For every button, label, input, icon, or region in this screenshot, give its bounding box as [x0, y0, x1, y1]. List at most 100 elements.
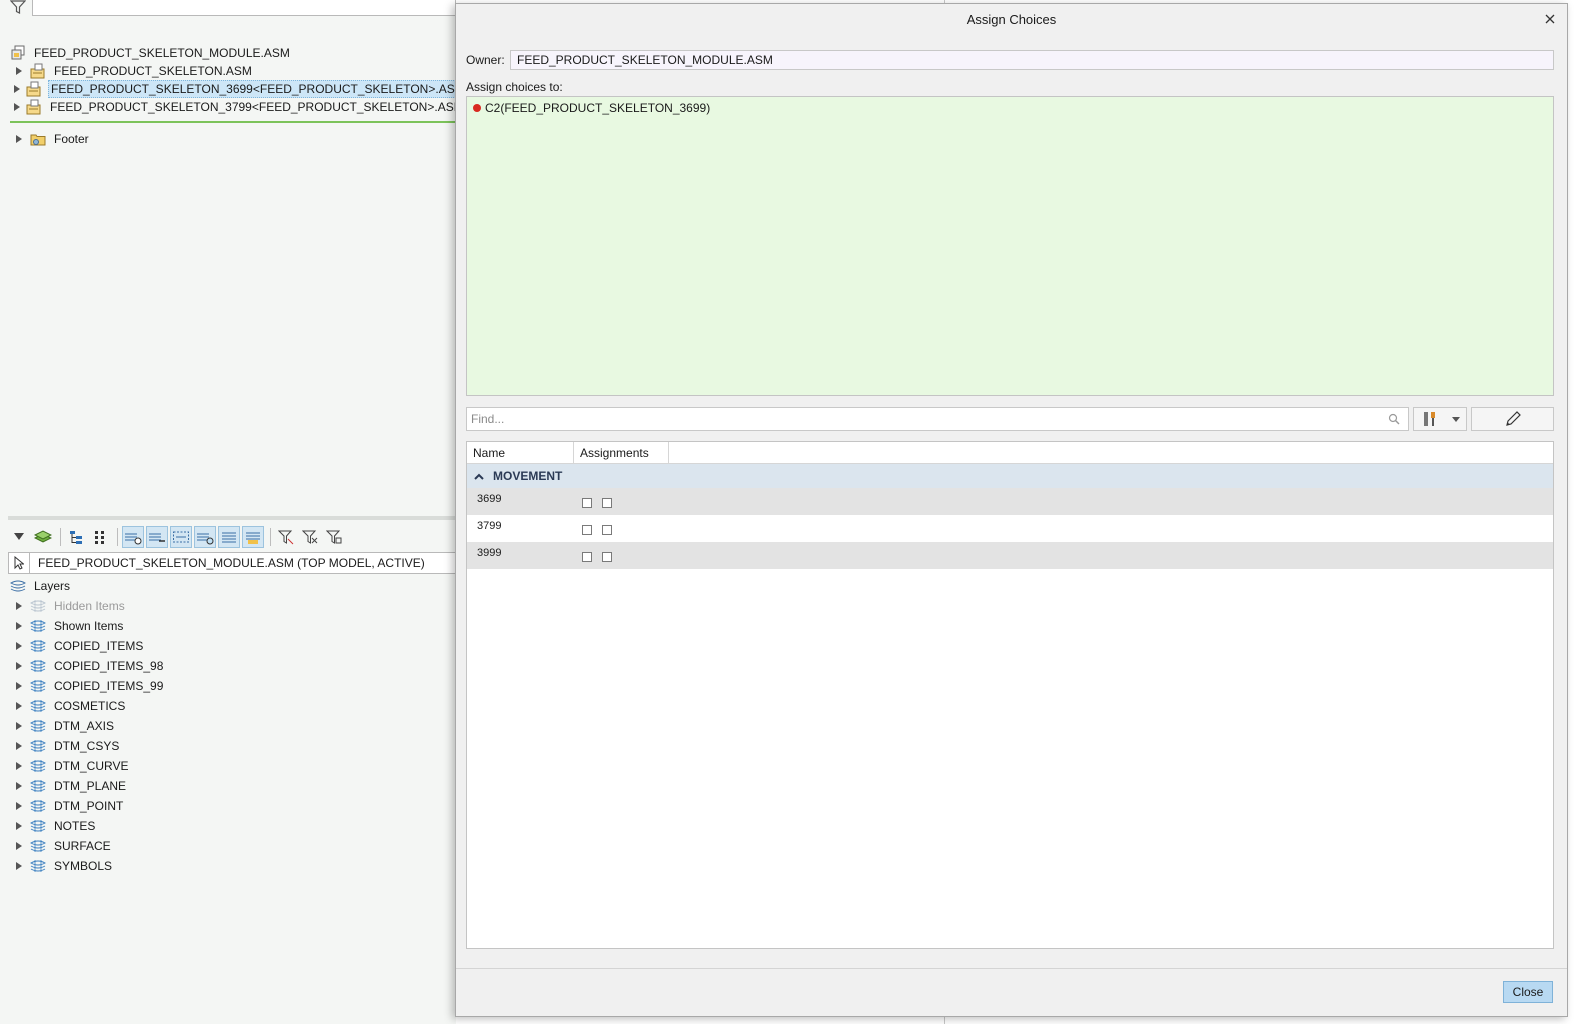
- layer-item[interactable]: DTM_AXIS: [0, 716, 456, 736]
- skeleton-assembly-icon: [26, 99, 42, 115]
- layer-toolbar: [8, 524, 456, 550]
- layers-stack-icon: [9, 578, 27, 594]
- tree-item-skeleton[interactable]: FEED_PRODUCT_SKELETON.ASM: [0, 62, 456, 80]
- owner-label: Owner:: [466, 53, 505, 67]
- layer-item[interactable]: DTM_CSYS: [0, 736, 456, 756]
- layer-hide-icon[interactable]: [122, 526, 144, 548]
- toolbar-separator: [117, 528, 118, 546]
- column-header-assignments[interactable]: Assignments: [574, 442, 669, 464]
- assignment-checkbox[interactable]: [602, 497, 612, 508]
- column-options-icon[interactable]: [89, 526, 111, 548]
- expand-arrow-icon[interactable]: [14, 861, 24, 871]
- filter-clear-icon[interactable]: [299, 526, 321, 548]
- expand-arrow-icon[interactable]: [14, 621, 24, 631]
- layer-item[interactable]: Shown Items: [0, 616, 456, 636]
- tree-item-footer[interactable]: Footer: [0, 130, 456, 148]
- expand-arrow-icon[interactable]: [14, 801, 24, 811]
- dialog-title[interactable]: Assign Choices: [456, 4, 1567, 36]
- expand-arrow-icon[interactable]: [14, 84, 20, 94]
- owner-field: FEED_PRODUCT_SKELETON_MODULE.ASM: [510, 50, 1554, 70]
- assignment-checkbox[interactable]: [602, 524, 612, 535]
- layer-item[interactable]: Hidden Items: [0, 596, 456, 616]
- layer-properties-icon[interactable]: [242, 526, 264, 548]
- expand-arrow-icon[interactable]: [14, 761, 24, 771]
- table-row[interactable]: 3999: [467, 542, 1553, 569]
- layer-item[interactable]: COPIED_ITEMS_99: [0, 676, 456, 696]
- layer-item-label: DTM_CURVE: [54, 759, 129, 773]
- expand-arrow-icon[interactable]: [14, 721, 24, 731]
- filter-rules-icon[interactable]: [275, 526, 297, 548]
- group-row-movement[interactable]: MOVEMENT: [467, 464, 1553, 488]
- filter-icon[interactable]: [10, 0, 26, 14]
- tree-footer-label: Footer: [54, 132, 89, 146]
- layer-item-label: COPIED_ITEMS_99: [54, 679, 164, 693]
- expand-arrow-icon[interactable]: [14, 601, 24, 611]
- toolbar-separator: [270, 528, 271, 546]
- layer-stack-icon[interactable]: [218, 526, 240, 548]
- active-model-field[interactable]: FEED_PRODUCT_SKELETON_MODULE.ASM (TOP MO…: [30, 552, 456, 574]
- pencil-icon: [1505, 411, 1521, 426]
- tree-item-skeleton-3699[interactable]: FEED_PRODUCT_SKELETON_3699<FEED_PRODUCT_…: [0, 80, 468, 98]
- expand-arrow-icon[interactable]: [14, 841, 24, 851]
- tools-menu-button[interactable]: [1413, 407, 1467, 431]
- assign-target-label: C2(FEED_PRODUCT_SKELETON_3699): [485, 101, 711, 115]
- insert-here-marker[interactable]: [10, 121, 456, 123]
- layer-isolate-icon[interactable]: [170, 526, 192, 548]
- layer-item[interactable]: NOTES: [0, 816, 456, 836]
- layer-item[interactable]: DTM_POINT: [0, 796, 456, 816]
- layer-item[interactable]: SYMBOLS: [0, 856, 456, 876]
- expand-arrow-icon[interactable]: [14, 821, 24, 831]
- layer-item[interactable]: DTM_PLANE: [0, 776, 456, 796]
- layers-icon[interactable]: [32, 526, 54, 548]
- layers-root-node[interactable]: Layers: [0, 576, 456, 596]
- layer-item[interactable]: COSMETICS: [0, 696, 456, 716]
- tree-root-node[interactable]: FEED_PRODUCT_SKELETON_MODULE.ASM: [0, 44, 456, 62]
- expand-arrow-icon[interactable]: [14, 661, 24, 671]
- tree-root-label: FEED_PRODUCT_SKELETON_MODULE.ASM: [34, 46, 290, 60]
- tree-item-skeleton-3799[interactable]: FEED_PRODUCT_SKELETON_3799<FEED_PRODUCT_…: [0, 98, 464, 116]
- assignment-checkbox[interactable]: [582, 524, 592, 535]
- assign-target-item[interactable]: C2(FEED_PRODUCT_SKELETON_3699): [473, 101, 710, 115]
- find-input[interactable]: [466, 407, 1409, 431]
- expand-arrow-icon[interactable]: [14, 781, 24, 791]
- tree-view-icon[interactable]: [65, 526, 87, 548]
- chevron-up-icon[interactable]: [473, 471, 485, 481]
- close-icon[interactable]: [1543, 12, 1557, 26]
- table-row[interactable]: 3799: [467, 515, 1553, 542]
- layer-item[interactable]: COPIED_ITEMS: [0, 636, 456, 656]
- filter-settings-icon[interactable]: [323, 526, 345, 548]
- assignment-checkboxes: [574, 551, 622, 562]
- tools-icon[interactable]: [1414, 408, 1446, 430]
- assignment-checkbox[interactable]: [582, 497, 592, 508]
- close-button[interactable]: Close: [1503, 981, 1553, 1003]
- layer-show-icon[interactable]: [146, 526, 168, 548]
- expand-arrow-icon[interactable]: [14, 102, 20, 112]
- expand-arrow-icon[interactable]: [14, 701, 24, 711]
- panel-splitter[interactable]: [8, 516, 456, 520]
- assignment-checkbox[interactable]: [582, 551, 592, 562]
- select-pointer-button[interactable]: [8, 552, 30, 574]
- edit-button[interactable]: [1471, 407, 1554, 431]
- assignment-checkbox[interactable]: [602, 551, 612, 562]
- table-header: Name Assignments: [467, 442, 1553, 464]
- assign-choices-list[interactable]: C2(FEED_PRODUCT_SKELETON_3699): [466, 96, 1554, 396]
- row-name: 3999: [477, 546, 502, 559]
- expand-arrow-icon[interactable]: [14, 134, 24, 144]
- tree-filter-input[interactable]: [32, 0, 456, 16]
- chevron-down-icon[interactable]: [1446, 408, 1466, 430]
- layer-item[interactable]: DTM_CURVE: [0, 756, 456, 776]
- table-row[interactable]: 3699: [467, 488, 1553, 515]
- expand-arrow-icon[interactable]: [14, 681, 24, 691]
- expand-arrow-icon[interactable]: [14, 641, 24, 651]
- column-header-name[interactable]: Name: [467, 442, 574, 464]
- layer-item[interactable]: COPIED_ITEMS_98: [0, 656, 456, 676]
- expand-arrow-icon[interactable]: [14, 741, 24, 751]
- layer-item[interactable]: SURFACE: [0, 836, 456, 856]
- pointer-icon: [14, 556, 24, 570]
- skeleton-assembly-icon: [26, 81, 42, 97]
- dropdown-arrow-icon[interactable]: [8, 526, 30, 548]
- layer-new-icon[interactable]: [194, 526, 216, 548]
- expand-arrow-icon[interactable]: [14, 66, 24, 76]
- layer-item-label: NOTES: [54, 819, 96, 833]
- layer-item-label: COPIED_ITEMS_98: [54, 659, 164, 673]
